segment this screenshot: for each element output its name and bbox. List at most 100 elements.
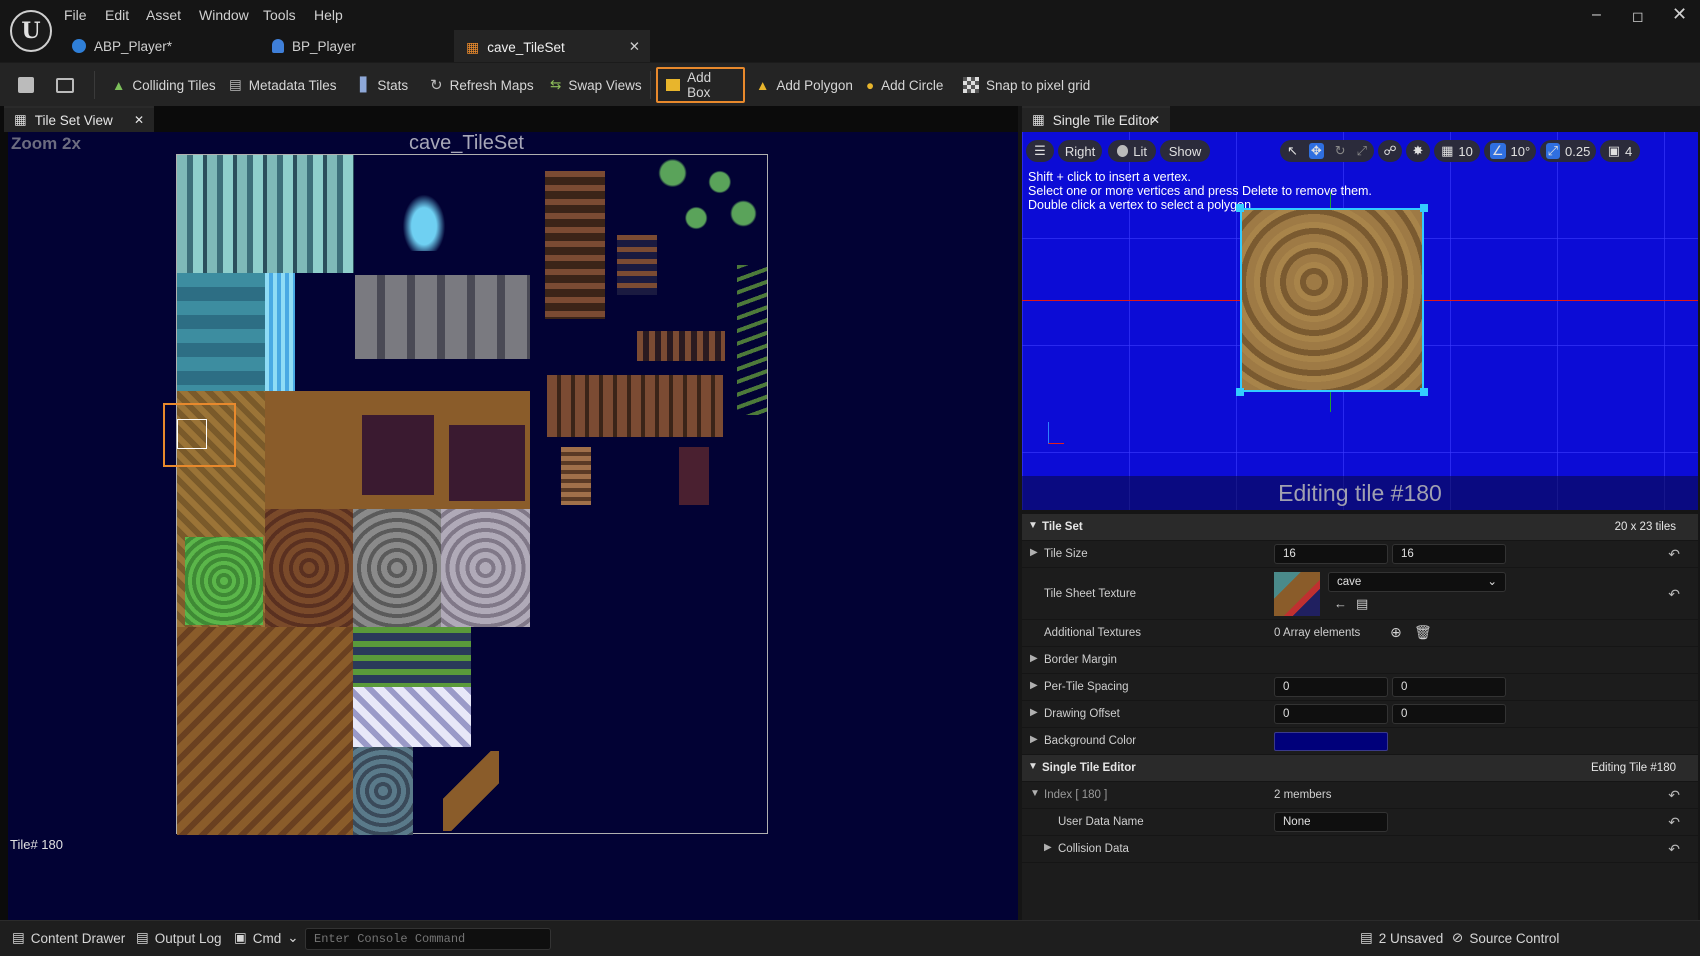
expand-arrow-icon[interactable]: ▼ bbox=[1028, 761, 1038, 772]
surface-snap-button[interactable]: ✸ bbox=[1406, 140, 1430, 162]
metadata-tiles-label: Metadata Tiles bbox=[248, 77, 337, 93]
select-icon[interactable]: ↖ bbox=[1287, 143, 1298, 159]
save-button[interactable] bbox=[10, 67, 42, 103]
category-single-tile-editor[interactable]: ▼ Single Tile Editor Editing Tile #180 bbox=[1022, 755, 1698, 782]
menu-file[interactable]: File bbox=[64, 7, 87, 23]
unsaved-button[interactable]: ▤ 2 Unsaved bbox=[1360, 930, 1443, 946]
texture-dropdown[interactable]: cave ⌄ bbox=[1328, 572, 1506, 592]
background-color-swatch[interactable] bbox=[1274, 732, 1388, 751]
show-button[interactable]: Show bbox=[1160, 140, 1210, 162]
add-box-button[interactable]: Add Box bbox=[656, 67, 745, 103]
console-command-input[interactable] bbox=[305, 928, 551, 950]
close-tab-icon[interactable]: ✕ bbox=[629, 39, 640, 55]
hamburger-icon: ☰ bbox=[1034, 143, 1046, 158]
expand-arrow-icon[interactable]: ▶ bbox=[1044, 842, 1052, 853]
tab-cave-tileset[interactable]: ▦ cave_TileSet ✕ bbox=[454, 30, 650, 62]
maximize-icon[interactable]: ◻ bbox=[1632, 8, 1644, 25]
spacing-x-input[interactable]: 0 bbox=[1274, 677, 1388, 697]
spacing-y-input[interactable]: 0 bbox=[1392, 677, 1506, 697]
tab-label: cave_TileSet bbox=[487, 39, 565, 55]
reset-icon[interactable]: ↶ bbox=[1668, 586, 1680, 603]
vertex-handle-bl[interactable] bbox=[1236, 388, 1244, 396]
expand-arrow-icon[interactable]: ▼ bbox=[1028, 520, 1038, 531]
colliding-tiles-button[interactable]: ▲ Colliding Tiles bbox=[104, 67, 224, 103]
menu-edit[interactable]: Edit bbox=[105, 7, 129, 23]
add-polygon-button[interactable]: ▲ Add Polygon bbox=[748, 67, 861, 103]
add-box-icon bbox=[666, 79, 681, 91]
tile-size-y-input[interactable]: 16 bbox=[1392, 544, 1506, 564]
expand-arrow-icon[interactable]: ▶ bbox=[1030, 734, 1038, 745]
add-element-icon[interactable]: ⊕ bbox=[1390, 624, 1402, 641]
view-mode-label: Right bbox=[1064, 143, 1096, 159]
expand-arrow-icon[interactable]: ▼ bbox=[1030, 788, 1040, 799]
menu-window[interactable]: Window bbox=[199, 7, 249, 23]
tile-preview[interactable] bbox=[1240, 208, 1424, 392]
close-tab-icon[interactable]: ✕ bbox=[1150, 113, 1160, 127]
stats-button[interactable]: ▋ Stats bbox=[352, 67, 416, 103]
close-tab-icon[interactable]: ✕ bbox=[134, 113, 144, 127]
metadata-tiles-button[interactable]: ▤ Metadata Tiles bbox=[221, 67, 345, 103]
browse-asset-icon[interactable]: ▤ bbox=[1356, 596, 1368, 612]
tab-tile-set-view[interactable]: ▦ Tile Set View ✕ bbox=[4, 106, 154, 132]
reset-icon[interactable]: ↶ bbox=[1668, 841, 1680, 858]
world-space-button[interactable]: ☍ bbox=[1378, 140, 1402, 162]
reset-icon[interactable]: ↶ bbox=[1668, 546, 1680, 563]
use-selected-icon[interactable]: ← bbox=[1334, 596, 1347, 611]
offset-y-input[interactable]: 0 bbox=[1392, 704, 1506, 724]
move-icon[interactable]: ✥ bbox=[1308, 143, 1324, 159]
category-tile-set[interactable]: ▼ Tile Set 20 x 23 tiles bbox=[1022, 514, 1698, 541]
blue-stone-tiles bbox=[353, 747, 413, 835]
content-drawer-button[interactable]: ▤ Content Drawer bbox=[12, 930, 125, 946]
texture-thumbnail[interactable] bbox=[1274, 572, 1320, 616]
status-bar: ▤ Content Drawer ▤ Output Log ▣ Cmd ⌄ ▤ … bbox=[0, 920, 1700, 956]
expand-arrow-icon[interactable]: ▶ bbox=[1030, 547, 1038, 558]
browse-button[interactable] bbox=[48, 67, 82, 103]
expand-arrow-icon[interactable]: ▶ bbox=[1030, 680, 1038, 691]
tileset-texture[interactable] bbox=[163, 154, 768, 835]
close-window-icon[interactable]: ✕ bbox=[1672, 4, 1687, 25]
tile-size-x-input[interactable]: 16 bbox=[1274, 544, 1388, 564]
swap-views-button[interactable]: ⇆ Swap Views bbox=[542, 67, 650, 103]
expand-arrow-icon[interactable]: ▶ bbox=[1030, 653, 1038, 664]
cmd-dropdown[interactable]: ▣ Cmd ⌄ bbox=[234, 930, 299, 946]
scale-snap-value: 0.25 bbox=[1565, 143, 1591, 159]
scale-snap-button[interactable]: ⤢ 0.25 bbox=[1540, 140, 1596, 162]
vertex-handle-tr[interactable] bbox=[1420, 204, 1428, 212]
view-mode-button[interactable]: Right bbox=[1058, 140, 1102, 162]
menu-asset[interactable]: Asset bbox=[146, 7, 181, 23]
snap-to-pixel-grid-button[interactable]: Snap to pixel grid bbox=[955, 67, 1098, 103]
trash-icon[interactable]: 🗑 bbox=[1414, 624, 1432, 641]
menu-tools[interactable]: Tools bbox=[263, 7, 296, 23]
expand-arrow-icon[interactable]: ▶ bbox=[1030, 707, 1038, 718]
source-control-button[interactable]: ⊘ Source Control bbox=[1452, 930, 1559, 946]
tile-viewport[interactable]: ☰ Right Lit Show ↖ ✥ ↻ ⤢ ☍ ✸ ▦ 10 ∠ 10° ⤢ 0… bbox=[1022, 132, 1698, 510]
grid-snap-button[interactable]: ▦ 10 bbox=[1434, 140, 1480, 162]
property-label: Tile Size bbox=[1044, 548, 1088, 560]
output-log-button[interactable]: ▤ Output Log bbox=[136, 930, 222, 946]
tileset-view-icon: ▦ bbox=[14, 112, 27, 127]
grid-icon: ▦ bbox=[1441, 143, 1454, 158]
property-label: Drawing Offset bbox=[1044, 708, 1120, 720]
refresh-maps-button[interactable]: ↻ Refresh Maps bbox=[422, 67, 542, 103]
viewport-menu-button[interactable]: ☰ bbox=[1026, 140, 1054, 162]
angle-snap-button[interactable]: ∠ 10° bbox=[1484, 140, 1536, 162]
water-tiles bbox=[177, 273, 265, 391]
unreal-logo-icon[interactable]: U bbox=[10, 10, 52, 52]
menu-help[interactable]: Help bbox=[314, 7, 343, 23]
rotate-icon[interactable]: ↻ bbox=[1335, 143, 1346, 159]
user-data-name-input[interactable]: None bbox=[1274, 812, 1388, 832]
reset-icon[interactable]: ↶ bbox=[1668, 787, 1680, 804]
tileset-canvas[interactable]: Zoom 2x cave_TileSet Tile# 180 bbox=[8, 132, 1018, 922]
lit-button[interactable]: Lit bbox=[1108, 140, 1156, 162]
minimize-icon[interactable]: – bbox=[1592, 6, 1601, 24]
camera-speed-button[interactable]: ▣ 4 bbox=[1600, 140, 1640, 162]
reset-icon[interactable]: ↶ bbox=[1668, 814, 1680, 831]
scale-icon[interactable]: ⤢ bbox=[1357, 143, 1367, 159]
tab-abp-player[interactable]: ABP_Player* bbox=[60, 30, 250, 62]
tab-single-tile-editor[interactable]: ▦ Single Tile Editor ✕ bbox=[1022, 106, 1170, 132]
vertex-handle-br[interactable] bbox=[1420, 388, 1428, 396]
offset-x-input[interactable]: 0 bbox=[1274, 704, 1388, 724]
vertex-handle-tl[interactable] bbox=[1236, 204, 1244, 212]
tab-bp-player[interactable]: BP_Player bbox=[260, 30, 450, 62]
add-circle-button[interactable]: ● Add Circle bbox=[858, 67, 951, 103]
